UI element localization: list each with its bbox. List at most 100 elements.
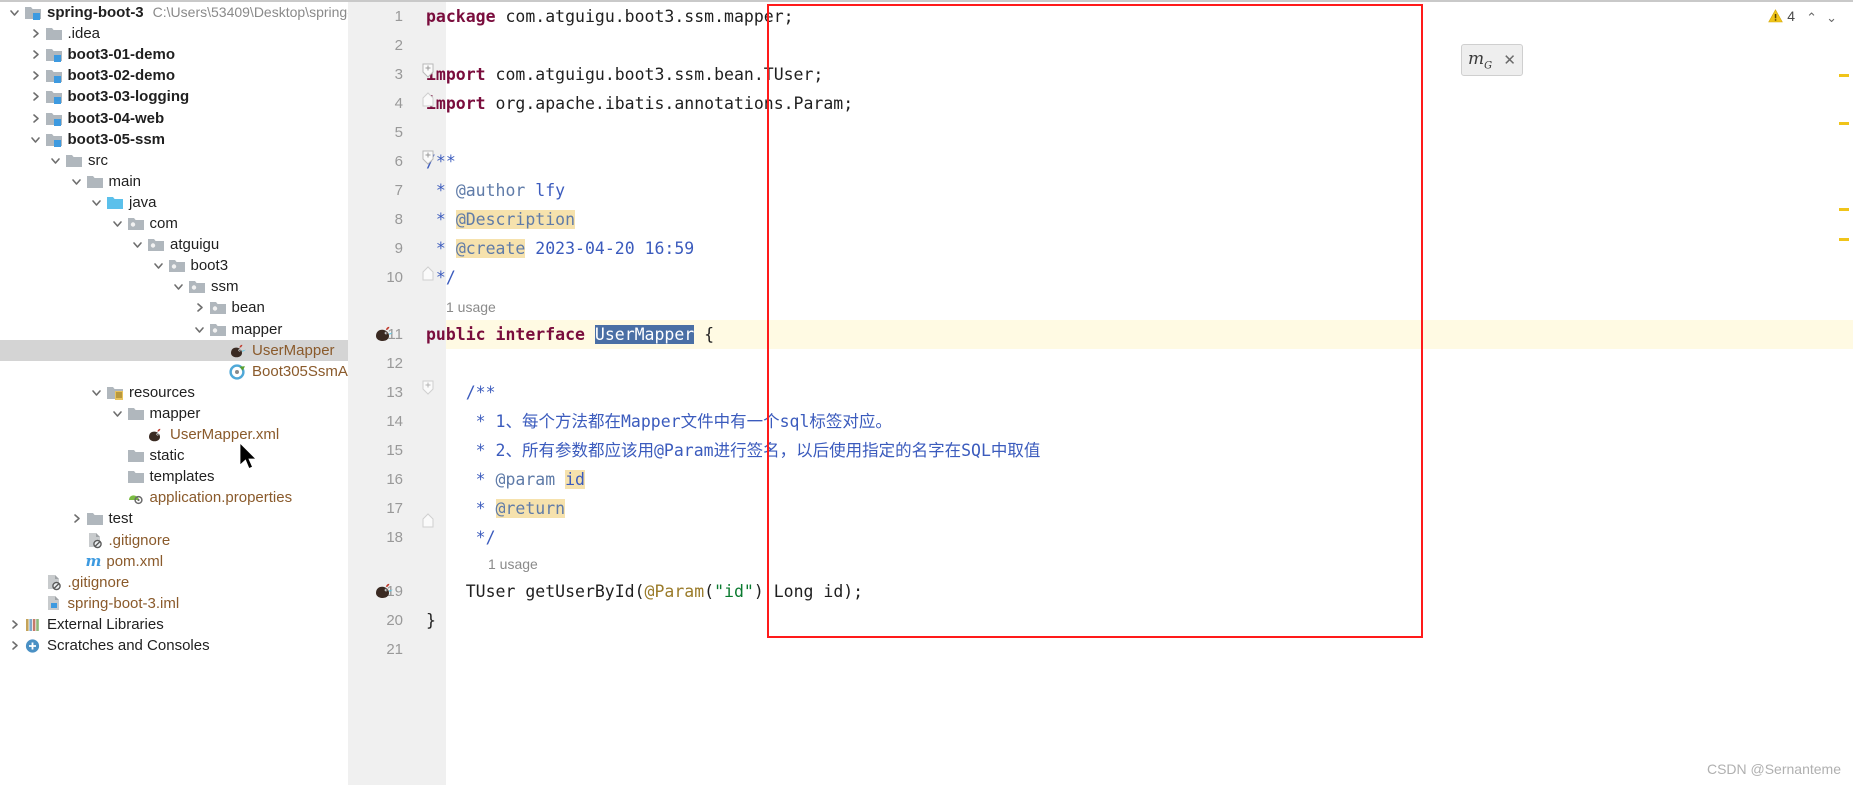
editor-line[interactable]: 1 package com.atguigu.boot3.ssm.mapper; — [348, 2, 1853, 31]
tree-item-ssm[interactable]: ssm — [0, 276, 348, 297]
chevron-down-icon[interactable]: ⌄ — [1826, 10, 1837, 26]
fold-marker-imports-end[interactable] — [421, 92, 435, 108]
chevron-down-icon[interactable] — [111, 217, 124, 230]
tree-item-idea[interactable]: .idea — [0, 23, 348, 44]
inspection-stripe[interactable] — [1839, 74, 1849, 77]
editor-line[interactable]: 5 — [348, 118, 1853, 147]
tree-item-main[interactable]: main — [0, 171, 348, 192]
line-number[interactable]: 4 — [348, 89, 403, 118]
tree-item-boot3-04-web[interactable]: boot3-04-web — [0, 108, 348, 129]
editor-line[interactable]: 2 — [348, 31, 1853, 60]
line-code[interactable]: * 1、每个方法都在Mapper文件中有一个sql标签对应。 — [426, 407, 892, 436]
line-code[interactable]: */ — [426, 523, 496, 552]
usage-hint-method[interactable]: 1 usage — [488, 553, 538, 575]
chevron-right-icon[interactable] — [29, 90, 42, 103]
tree-item-boot3-05-ssm[interactable]: boot3-05-ssm — [0, 129, 348, 150]
line-number[interactable]: 15 — [348, 436, 403, 465]
chevron-down-icon[interactable] — [152, 259, 165, 272]
tree-item-resources[interactable]: resources — [0, 382, 348, 403]
chevron-down-icon[interactable] — [90, 386, 103, 399]
tree-item-boot3-03-logging[interactable]: boot3-03-logging — [0, 86, 348, 107]
line-code[interactable]: * @create 2023-04-20 16:59 — [426, 234, 694, 263]
line-code[interactable]: * @return — [426, 494, 566, 523]
line-code[interactable]: import org.apache.ibatis.annotations.Par… — [426, 89, 853, 118]
line-number[interactable]: 20 — [348, 606, 403, 635]
tree-item-java[interactable]: java — [0, 192, 348, 213]
chevron-down-icon[interactable] — [70, 175, 83, 188]
editor-line[interactable]: 4 import org.apache.ibatis.annotations.Pa… — [348, 89, 1853, 118]
chevron-down-icon[interactable] — [131, 238, 144, 251]
editor-line[interactable]: 10 */ — [348, 263, 1853, 292]
chevron-right-icon[interactable] — [193, 301, 206, 314]
line-code[interactable]: } — [426, 606, 436, 635]
tree-item-boot3-01-demo[interactable]: boot3-01-demo — [0, 44, 348, 65]
line-number[interactable]: 1 — [348, 2, 403, 31]
tree-item-scratches-and-consoles[interactable]: Scratches and Consoles — [0, 635, 348, 656]
line-code[interactable]: import com.atguigu.boot3.ssm.bean.TUser; — [426, 60, 823, 89]
chevron-right-icon[interactable] — [8, 618, 21, 631]
editor-line[interactable]: 20} — [348, 606, 1853, 635]
editor-line[interactable]: 16 * @param id — [348, 465, 1853, 494]
line-code[interactable]: package com.atguigu.boot3.ssm.mapper; — [426, 2, 794, 31]
line-number[interactable]: 14 — [348, 407, 403, 436]
tree-item-usermapper-xml[interactable]: UserMapper.xml — [0, 424, 348, 445]
editor-line[interactable]: 9 * @create 2023-04-20 16:59 — [348, 234, 1853, 263]
editor-line[interactable]: 3 import com.atguigu.boot3.ssm.bean.TUser… — [348, 60, 1853, 89]
tree-item-bean[interactable]: bean — [0, 297, 348, 318]
tree-item-usermapper[interactable]: UserMapper — [0, 339, 348, 361]
editor-line[interactable]: 17 * @return — [348, 494, 1853, 523]
line-number[interactable]: 12 — [348, 349, 403, 378]
usage-hint-interface[interactable]: 1 usage — [446, 296, 496, 318]
line-code[interactable]: public interface UserMapper { — [426, 320, 714, 349]
chevron-right-icon[interactable] — [29, 69, 42, 82]
tree-item-spring-boot-3[interactable]: spring-boot-3 C:\Users\53409\Desktop\spri… — [0, 2, 348, 23]
fold-marker-imports[interactable] — [421, 63, 435, 79]
line-number[interactable]: 8 — [348, 205, 403, 234]
chevron-up-icon[interactable]: ⌃ — [1806, 10, 1817, 26]
tree-item-external-libraries[interactable]: External Libraries — [0, 614, 348, 635]
line-code[interactable]: * @author lfy — [426, 176, 565, 205]
chevron-right-icon[interactable] — [8, 639, 21, 652]
editor-line[interactable]: 14 * 1、每个方法都在Mapper文件中有一个sql标签对应。 — [348, 407, 1853, 436]
line-code[interactable]: /** — [426, 378, 496, 407]
tree-item-mapper[interactable]: mapper — [0, 403, 348, 424]
fold-marker-javadoc-top[interactable] — [421, 150, 435, 166]
tree-item-mapper[interactable]: mapper — [0, 319, 348, 340]
inspection-stripe[interactable] — [1839, 122, 1849, 125]
line-number[interactable]: 13 — [348, 378, 403, 407]
close-icon[interactable]: ✕ — [1503, 53, 1516, 68]
line-number[interactable]: 17 — [348, 494, 403, 523]
line-number[interactable]: 9 — [348, 234, 403, 263]
tree-item-boot3-02-demo[interactable]: boot3-02-demo — [0, 65, 348, 86]
code-editor[interactable]: 1 package com.atguigu.boot3.ssm.mapper; 2 3… — [348, 2, 1853, 785]
inspection-status-widget[interactable]: 4 — [1768, 8, 1795, 24]
chevron-down-icon[interactable] — [49, 154, 62, 167]
editor-line[interactable]: 19 TUser getUserById(@Param("id") Long i… — [348, 577, 1853, 606]
editor-line[interactable]: 7 * @author lfy — [348, 176, 1853, 205]
chevron-right-icon[interactable] — [29, 27, 42, 40]
line-code[interactable]: * @Description — [426, 205, 576, 234]
tree-item-com[interactable]: com — [0, 213, 348, 234]
tree-item-gitignore[interactable]: .gitignore — [0, 572, 348, 593]
inspection-stripe[interactable] — [1839, 238, 1849, 241]
line-number[interactable]: 7 — [348, 176, 403, 205]
editor-line[interactable]: 15 * 2、所有参数都应该用@Param进行签名，以后使用指定的名字在SQL中… — [348, 436, 1853, 465]
tree-item-src[interactable]: src — [0, 150, 348, 171]
mybatis-navigate-icon-method[interactable] — [373, 581, 395, 601]
line-number[interactable]: 18 — [348, 523, 403, 552]
fold-marker-javadoc-end[interactable] — [421, 266, 435, 282]
line-number[interactable]: 3 — [348, 60, 403, 89]
chevron-down-icon[interactable] — [29, 133, 42, 146]
editor-line[interactable]: 11 public interface UserMapper { — [348, 320, 1853, 349]
chevron-right-icon[interactable] — [70, 512, 83, 525]
fold-marker-method-javadoc-end[interactable] — [421, 513, 435, 529]
line-number[interactable]: 2 — [348, 31, 403, 60]
tree-item-templates[interactable]: templates — [0, 466, 348, 487]
editor-line[interactable]: 13 /** — [348, 378, 1853, 407]
line-code[interactable]: TUser getUserById(@Param("id") Long id); — [426, 577, 863, 606]
editor-line[interactable]: 21 — [348, 635, 1853, 664]
mybatis-floating-widget[interactable]: mG ✕ — [1461, 44, 1523, 76]
line-number[interactable]: 6 — [348, 147, 403, 176]
line-code[interactable]: * @param id — [426, 465, 585, 494]
tree-item-spring-boot-3-iml[interactable]: spring-boot-3.iml — [0, 593, 348, 614]
